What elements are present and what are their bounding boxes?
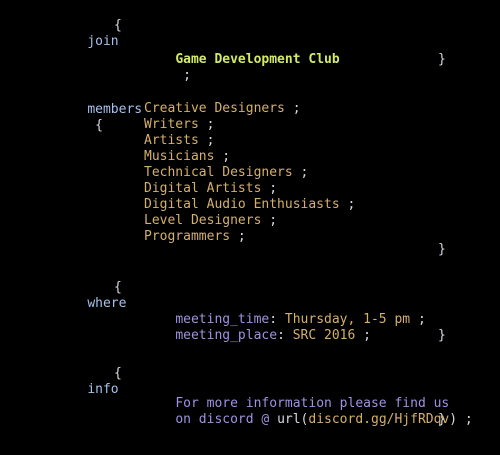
member-item: Creative Designers ; <box>144 101 301 117</box>
join-value-line: Game Development Club ; <box>144 36 340 100</box>
member-name: Level Designers <box>144 213 262 228</box>
info-line-2: on discord @ url(discord.gg/HjfRDqv) ; <box>175 412 473 427</box>
code-block: join { Game Development Club ; } members… <box>0 0 500 455</box>
where-close-brace: } <box>438 328 446 343</box>
member-semicolon: ; <box>237 229 246 244</box>
member-item: Writers ; <box>144 117 214 133</box>
member-name: Writers <box>144 117 199 132</box>
member-semicolon: ; <box>269 181 278 196</box>
member-item: Musicians ; <box>144 149 230 165</box>
club-name: Game Development Club <box>175 52 340 67</box>
join-open-brace: { <box>114 18 122 33</box>
member-name: Creative Designers <box>144 101 285 116</box>
members-close-brace: } <box>438 242 446 257</box>
member-semicolon: ; <box>347 197 356 212</box>
url-func: url( <box>277 412 309 427</box>
member-semicolon: ; <box>300 165 309 180</box>
where-keyword-text: where <box>87 296 127 311</box>
member-name: Programmers <box>144 229 231 244</box>
members-keyword-text: members <box>87 102 143 117</box>
meeting-place-key: meeting_place <box>175 328 278 343</box>
member-name: Technical Designers <box>144 165 293 180</box>
member-item: Programmers ; <box>144 229 246 245</box>
member-name: Digital Artists <box>144 181 262 196</box>
member-semicolon: ; <box>206 133 215 148</box>
members-keyword: members { <box>56 86 142 150</box>
info-close-brace: } <box>438 412 446 427</box>
member-semicolon: ; <box>269 213 278 228</box>
join-semicolon: ; <box>183 68 191 83</box>
member-item: Level Designers ; <box>144 213 277 229</box>
member-item: Digital Audio Enthusiasts ; <box>144 197 355 213</box>
meeting-place-line: meeting_place: SRC 2016 ; <box>175 328 371 343</box>
member-semicolon: ; <box>206 117 215 132</box>
where-open-brace: { <box>114 280 122 295</box>
info-keyword: info <box>56 366 119 414</box>
member-name: Musicians <box>144 149 215 164</box>
discord-link[interactable]: discord.gg/HjfRDqv <box>308 412 449 427</box>
join-close-brace: } <box>438 52 446 67</box>
member-name: Digital Audio Enthusiasts <box>144 197 340 212</box>
member-item: Digital Artists ; <box>144 181 277 197</box>
info-text-2: on discord @ <box>175 412 278 427</box>
join-keyword-text: join <box>87 34 119 49</box>
member-name: Artists <box>144 133 199 148</box>
member-semicolon: ; <box>292 101 301 116</box>
member-semicolon: ; <box>222 149 231 164</box>
members-open-brace: { <box>95 118 103 133</box>
info-keyword-text: info <box>87 382 119 397</box>
member-item: Artists ; <box>144 133 214 149</box>
meeting-place-value: SRC 2016 <box>292 328 356 343</box>
join-keyword: join <box>56 18 119 66</box>
info-open-brace: { <box>114 366 122 381</box>
member-item: Technical Designers ; <box>144 165 308 181</box>
